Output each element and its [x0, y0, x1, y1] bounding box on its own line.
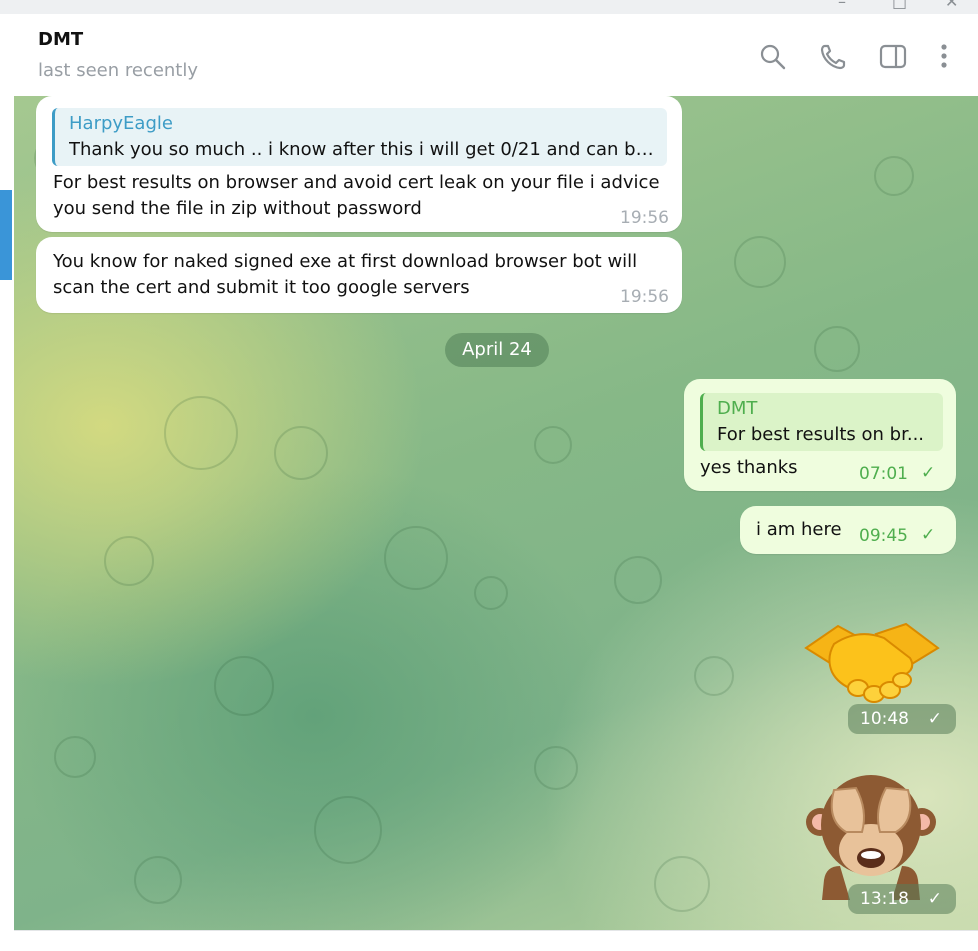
sent-check-icon: ✓	[921, 463, 936, 483]
background-doodle	[474, 576, 508, 610]
background-doodle	[164, 396, 238, 470]
selected-chat-indicator	[0, 190, 12, 280]
message-time: 13:18	[860, 889, 909, 909]
chat-header[interactable]: DMT last seen recently	[14, 14, 978, 97]
background-doodle	[614, 556, 662, 604]
search-icon[interactable]	[758, 42, 788, 72]
background-doodle	[104, 536, 154, 586]
background-doodle	[874, 156, 914, 196]
chat-status: last seen recently	[38, 60, 199, 81]
background-doodle	[814, 326, 860, 372]
chat-list-edge	[0, 14, 15, 950]
sent-check-icon: ✓	[921, 525, 936, 545]
background-doodle	[214, 656, 274, 716]
message-text-line: scan the cert and submit it too google s…	[53, 277, 470, 298]
outgoing-message[interactable]: i am here 09:45 ✓	[740, 506, 956, 554]
message-time: 19:56	[620, 208, 669, 228]
background-doodle	[654, 856, 710, 912]
minimize-button[interactable]: –	[838, 0, 846, 11]
incoming-message[interactable]: You know for naked signed exe at first d…	[36, 237, 682, 313]
more-vertical-icon[interactable]	[932, 42, 962, 72]
reply-snippet: Thank you so much .. i know after this i…	[69, 139, 659, 160]
message-text-line: You know for naked signed exe at first d…	[53, 251, 638, 272]
handshake-sticker[interactable]	[798, 608, 946, 708]
reply-author: DMT	[717, 398, 758, 419]
background-doodle	[534, 746, 578, 790]
message-text: yes thanks	[700, 457, 798, 478]
see-no-evil-monkey-sticker[interactable]	[806, 770, 936, 900]
message-time: 19:56	[620, 287, 669, 307]
background-doodle	[734, 236, 786, 288]
reply-author: HarpyEagle	[69, 113, 173, 134]
phone-icon[interactable]	[818, 42, 848, 72]
close-window-button[interactable]: ✕	[945, 0, 958, 11]
sticker-time-badge: 10:48 ✓	[848, 704, 956, 734]
window-title-bar: – □ ✕	[0, 0, 978, 14]
chat-area[interactable]: HarpyEagle Thank you so much .. i know a…	[14, 96, 978, 930]
message-text: i am here	[756, 519, 842, 540]
message-time: 07:01	[859, 464, 908, 484]
chat-title[interactable]: DMT	[38, 29, 83, 50]
message-text-line: you send the file in zip without passwor…	[53, 198, 422, 219]
message-composer[interactable]	[14, 930, 978, 951]
background-doodle	[314, 796, 382, 864]
sent-check-icon: ✓	[927, 709, 942, 729]
reply-quote[interactable]: DMT For best results on br...	[700, 393, 943, 451]
background-doodle	[54, 736, 96, 778]
date-separator: April 24	[445, 333, 549, 367]
sidebar-panel-icon[interactable]	[878, 42, 908, 72]
sticker-time-badge: 13:18 ✓	[848, 884, 956, 914]
message-text-line: For best results on browser and avoid ce…	[53, 172, 660, 193]
background-doodle	[274, 426, 328, 480]
background-doodle	[134, 856, 182, 904]
background-doodle	[534, 426, 572, 464]
reply-quote[interactable]: HarpyEagle Thank you so much .. i know a…	[52, 108, 667, 166]
background-doodle	[694, 656, 734, 696]
maximize-button[interactable]: □	[892, 0, 907, 11]
incoming-message[interactable]: HarpyEagle Thank you so much .. i know a…	[36, 96, 682, 232]
message-time: 10:48	[860, 709, 909, 729]
background-doodle	[384, 526, 448, 590]
outgoing-message[interactable]: DMT For best results on br... yes thanks…	[684, 379, 956, 491]
message-time: 09:45	[859, 526, 908, 546]
reply-snippet: For best results on br...	[717, 424, 925, 445]
sent-check-icon: ✓	[927, 889, 942, 909]
